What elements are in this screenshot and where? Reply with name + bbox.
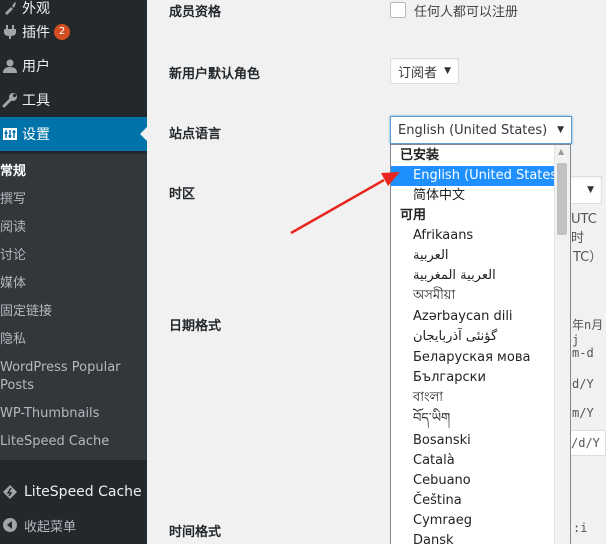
date-format-option[interactable]: m-d: [572, 346, 594, 360]
language-option[interactable]: العربية المغربية: [391, 266, 570, 286]
submenu-item-popular-posts[interactable]: WordPress Popular Posts: [0, 359, 140, 395]
chevron-down-icon: ▼: [444, 66, 451, 76]
language-option[interactable]: Català: [391, 451, 570, 471]
submenu-item-media[interactable]: 媒体: [0, 275, 140, 293]
installed-group-label: 已安装: [400, 148, 440, 163]
sidebar-item-users[interactable]: 用户: [0, 49, 147, 83]
language-option[interactable]: Azərbaycan dili: [391, 307, 570, 327]
language-option[interactable]: Afrikaans: [391, 226, 570, 246]
timezone-hint: UTC时: [571, 212, 597, 246]
plugin-icon: [0, 24, 20, 40]
language-dropdown-list[interactable]: 已安装 English (United States) 简体中文 可用 Afri…: [390, 144, 571, 544]
language-option-english-us[interactable]: English (United States): [391, 166, 570, 186]
timezone-select[interactable]: ▼: [568, 176, 602, 204]
submenu-item-permalinks[interactable]: 固定链接: [0, 303, 140, 321]
sidebar-item-label: 用户: [22, 59, 50, 75]
default-role-value: 订阅者: [398, 65, 438, 81]
available-group-label: 可用: [400, 208, 427, 223]
date-format-option[interactable]: m/Y: [572, 406, 594, 420]
date-format-option[interactable]: d/Y: [572, 377, 594, 391]
scrollbar-thumb[interactable]: [557, 163, 567, 235]
sidebar-item-label: 工具: [22, 93, 50, 109]
language-option[interactable]: বাংলা: [391, 388, 570, 408]
timezone-label: 时区: [169, 187, 196, 202]
sidebar-item-litespeed-cache[interactable]: LiteSpeed Cache: [0, 475, 147, 509]
default-role-label: 新用户默认角色: [169, 67, 261, 82]
language-option[interactable]: অসমীয়া: [391, 286, 570, 306]
language-option-simplified-chinese[interactable]: 简体中文: [391, 186, 570, 206]
site-language-select[interactable]: English (United States) ▼: [390, 116, 572, 144]
language-option[interactable]: བོད་ཡིག: [391, 409, 570, 429]
language-option[interactable]: العربية: [391, 246, 570, 266]
brush-icon: [0, 0, 20, 16]
membership-label: 成员资格: [169, 5, 222, 20]
date-format-option[interactable]: 年n月j: [572, 316, 606, 347]
site-language-label: 站点语言: [169, 127, 222, 142]
anyone-can-register-label: 任何人都可以注册: [414, 5, 519, 20]
sidebar-item-label: LiteSpeed Cache: [24, 484, 142, 500]
submenu-item-privacy[interactable]: 隐私: [0, 331, 140, 349]
submenu-item-discussion[interactable]: 讨论: [0, 247, 140, 265]
utc-time-hint: TC）: [573, 250, 603, 265]
custom-date-format-value: /d/Y: [571, 436, 600, 450]
sidebar-item-plugins[interactable]: 插件 2: [0, 15, 147, 49]
submenu-item-wp-thumbnails[interactable]: WP-Thumbnails: [0, 405, 140, 423]
language-option[interactable]: Беларуская мова: [391, 348, 570, 368]
time-format-label: 时间格式: [169, 525, 222, 540]
submenu-item-writing[interactable]: 撰写: [0, 191, 140, 209]
admin-sidebar: 外观 插件 2 用户 工具 设置 常规 撰写 阅读 讨论 媒体 固定链接 隐私 …: [0, 0, 148, 544]
sidebar-item-label: 设置: [22, 127, 50, 143]
settings-submenu: 常规 撰写 阅读 讨论 媒体 固定链接 隐私 WordPress Popular…: [0, 154, 147, 460]
sidebar-item-label: 收起菜单: [24, 519, 77, 535]
custom-date-format-input[interactable]: /d/Y: [566, 430, 606, 456]
sidebar-item-settings[interactable]: 设置: [0, 117, 148, 151]
time-format-option[interactable]: :i: [573, 521, 587, 535]
language-option[interactable]: Bosanski: [391, 431, 570, 451]
anyone-can-register-checkbox[interactable]: [390, 2, 406, 18]
language-option[interactable]: Dansk: [391, 531, 570, 544]
language-option[interactable]: Cymraeg: [391, 511, 570, 531]
site-language-value: English (United States): [398, 122, 548, 138]
chevron-down-icon: ▼: [587, 185, 594, 195]
language-option[interactable]: Cebuano: [391, 471, 570, 491]
language-option[interactable]: گؤنئی آذربایجان: [391, 327, 570, 347]
collapse-menu-button[interactable]: 收起菜单: [0, 508, 147, 542]
sidebar-item-label: 插件: [22, 25, 50, 41]
update-count-badge: 2: [54, 24, 70, 40]
dropdown-scrollbar[interactable]: ▲: [554, 145, 570, 544]
collapse-icon: [0, 517, 20, 533]
scroll-up-arrow-icon[interactable]: ▲: [558, 147, 564, 156]
litespeed-icon: [0, 484, 20, 500]
default-role-select[interactable]: 订阅者 ▼: [390, 58, 459, 84]
submenu-item-reading[interactable]: 阅读: [0, 219, 140, 237]
submenu-item-litespeed[interactable]: LiteSpeed Cache: [0, 433, 140, 451]
chevron-down-icon: ▼: [557, 125, 564, 135]
language-option[interactable]: Čeština: [391, 491, 570, 511]
wrench-icon: [0, 92, 20, 108]
settings-icon: [0, 126, 20, 142]
date-format-label: 日期格式: [169, 319, 222, 334]
language-option[interactable]: Български: [391, 368, 570, 388]
sidebar-item-tools[interactable]: 工具: [0, 83, 147, 117]
submenu-item-general[interactable]: 常规: [0, 163, 140, 181]
user-icon: [0, 58, 20, 74]
